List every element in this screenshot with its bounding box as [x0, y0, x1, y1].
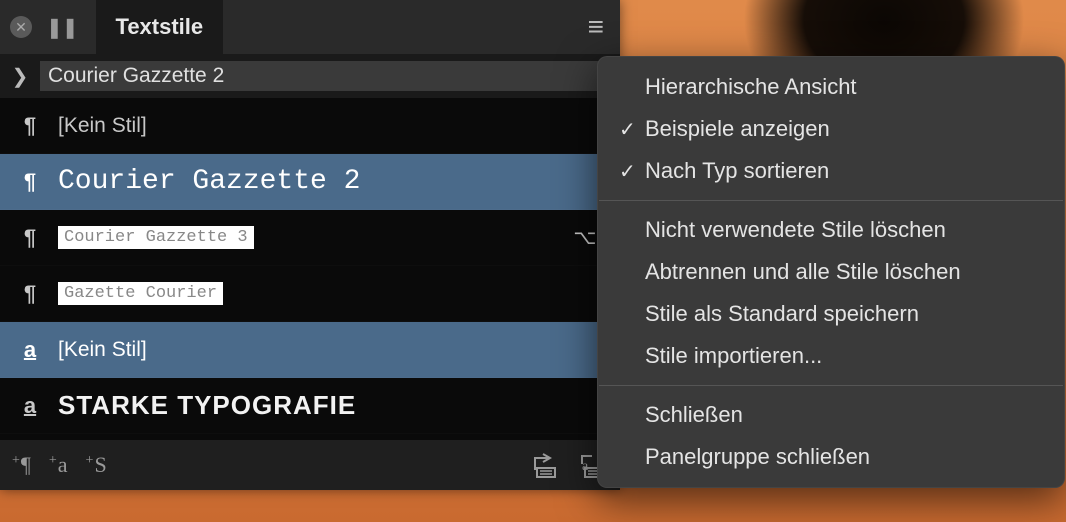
- collapse-icon[interactable]: ❚❚: [46, 15, 78, 40]
- check-icon: ✓: [619, 159, 645, 184]
- style-name-label: [Kein Stil]: [58, 338, 602, 362]
- style-name-label: Courier Gazzette 2: [58, 166, 602, 197]
- add-character-style-button[interactable]: +a: [49, 452, 68, 478]
- add-style-button[interactable]: +S: [86, 452, 107, 478]
- menu-item[interactable]: ✓Beispiele anzeigen: [597, 108, 1065, 150]
- panel-context-menu: Hierarchische Ansicht✓Beispiele anzeigen…: [597, 56, 1065, 488]
- menu-item-label: Schließen: [645, 402, 1043, 428]
- search-row: ❯: [0, 54, 620, 98]
- menu-separator: [599, 385, 1063, 386]
- search-input[interactable]: [40, 61, 610, 91]
- menu-item-label: Hierarchische Ansicht: [645, 74, 1043, 100]
- menu-item[interactable]: Stile importieren...: [597, 335, 1065, 377]
- menu-item[interactable]: Abtrennen und alle Stile löschen: [597, 251, 1065, 293]
- paragraph-style-icon: ¶: [18, 225, 42, 251]
- style-name-label: STARKE TYPOGRAFIE: [58, 390, 602, 421]
- styles-list: ¶ [Kein Stil] ¶ Courier Gazzette 2 ¶ Courier …: [0, 98, 620, 440]
- paragraph-style-icon: ¶: [18, 169, 42, 195]
- menu-item-label: Stile als Standard speichern: [645, 301, 1043, 327]
- style-row[interactable]: ¶Courier Gazzette 3⌥,: [0, 210, 620, 266]
- menu-item-label: Panelgruppe schließen: [645, 444, 1043, 470]
- menu-separator: [599, 200, 1063, 201]
- character-style-icon: a: [18, 393, 42, 419]
- style-name-label: [Kein Stil]: [58, 114, 602, 138]
- panel-footer: +¶ +a +S a: [0, 440, 620, 490]
- character-style-icon: a: [18, 337, 42, 363]
- panel-menu-icon[interactable]: ≡: [582, 13, 610, 41]
- text-styles-panel: ✕ ❚❚ Textstile ≡ ❯ ¶ [Kein Stil] ¶ Courier …: [0, 0, 620, 490]
- check-icon: ✓: [619, 117, 645, 142]
- menu-item[interactable]: Hierarchische Ansicht: [597, 66, 1065, 108]
- add-paragraph-style-button[interactable]: +¶: [12, 452, 31, 478]
- panel-tab-textstile[interactable]: Textstile: [96, 0, 224, 54]
- style-name-label: Gazette Courier: [58, 282, 223, 305]
- style-row[interactable]: a [Kein Stil]: [0, 322, 620, 378]
- paragraph-style-icon: ¶: [18, 281, 42, 307]
- style-row[interactable]: ¶ Courier Gazzette 2: [0, 154, 620, 210]
- style-row[interactable]: ¶ [Kein Stil]: [0, 98, 620, 154]
- menu-item[interactable]: Stile als Standard speichern: [597, 293, 1065, 335]
- menu-item-label: Nach Typ sortieren: [645, 158, 1043, 184]
- style-name-label: Courier Gazzette 3: [58, 226, 254, 249]
- panel-header: ✕ ❚❚ Textstile ≡: [0, 0, 620, 54]
- menu-item-label: Nicht verwendete Stile löschen: [645, 217, 1043, 243]
- menu-item-label: Stile importieren...: [645, 343, 1043, 369]
- menu-item[interactable]: ✓Nach Typ sortieren: [597, 150, 1065, 192]
- style-row[interactable]: a STARKE TYPOGRAFIE: [0, 378, 620, 434]
- chevron-right-icon[interactable]: ❯: [10, 64, 30, 89]
- menu-item[interactable]: Schließen: [597, 394, 1065, 436]
- close-icon[interactable]: ✕: [10, 16, 32, 38]
- update-style-icon[interactable]: [530, 450, 560, 480]
- menu-item-label: Abtrennen und alle Stile löschen: [645, 259, 1043, 285]
- menu-item[interactable]: Panelgruppe schließen: [597, 436, 1065, 478]
- menu-item[interactable]: Nicht verwendete Stile löschen: [597, 209, 1065, 251]
- style-row[interactable]: ¶ Gazette Courier: [0, 266, 620, 322]
- menu-item-label: Beispiele anzeigen: [645, 116, 1043, 142]
- paragraph-style-icon: ¶: [18, 113, 42, 139]
